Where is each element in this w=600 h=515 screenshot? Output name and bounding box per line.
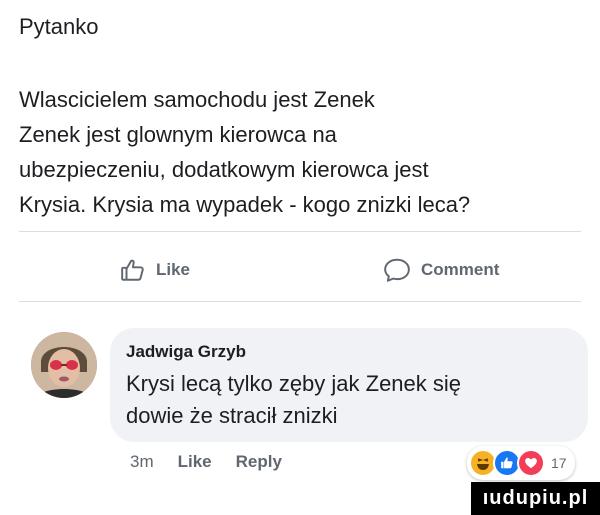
- comment-line: Krysi lecą tylko zęby jak Zenek się: [126, 371, 462, 396]
- commenter-name[interactable]: Jadwiga Grzyb: [126, 342, 246, 362]
- comment-line: dowie że stracił znizki: [126, 403, 338, 428]
- post-line: Wlascicielem samochodu jest Zenek: [19, 87, 375, 112]
- comment-timestamp[interactable]: 3m: [130, 452, 154, 472]
- post-line: Zenek jest glownym kierowca na: [19, 122, 337, 147]
- like-button-label: Like: [156, 260, 191, 279]
- divider-top: [19, 231, 581, 232]
- watermark: ıudupiu.pl: [471, 482, 600, 515]
- like-button[interactable]: Like: [120, 252, 190, 288]
- reaction-count: 17: [551, 455, 567, 471]
- comment-reply-link[interactable]: Reply: [236, 452, 282, 472]
- avatar[interactable]: [31, 332, 97, 398]
- comment-bubble: Jadwiga Grzyb Krysi lecą tylko zęby jak …: [110, 328, 588, 442]
- divider-bottom: [19, 301, 581, 302]
- comment-like-link[interactable]: Like: [178, 452, 212, 472]
- comment-button-label: Comment: [421, 260, 500, 279]
- comment-meta: 3m Like Reply: [130, 452, 282, 472]
- comment-text: Krysi lecą tylko zęby jak Zenek się dowi…: [126, 368, 461, 432]
- comment-button[interactable]: Comment: [383, 252, 499, 288]
- post-line: ubezpieczeniu, dodatkowym kierowca jest: [19, 157, 429, 182]
- love-icon: [517, 449, 545, 477]
- reaction-summary[interactable]: 17: [467, 446, 575, 480]
- post-author[interactable]: Pytanko: [19, 14, 99, 40]
- comment: Jadwiga Grzyb Krysi lecą tylko zęby jak …: [0, 326, 600, 480]
- thumbs-up-icon: [120, 257, 146, 283]
- post-line: Krysia. Krysia ma wypadek - kogo znizki …: [19, 192, 471, 217]
- speech-bubble-icon: [383, 257, 411, 283]
- post-body: Wlascicielem samochodu jest Zenek Zenek …: [19, 82, 579, 222]
